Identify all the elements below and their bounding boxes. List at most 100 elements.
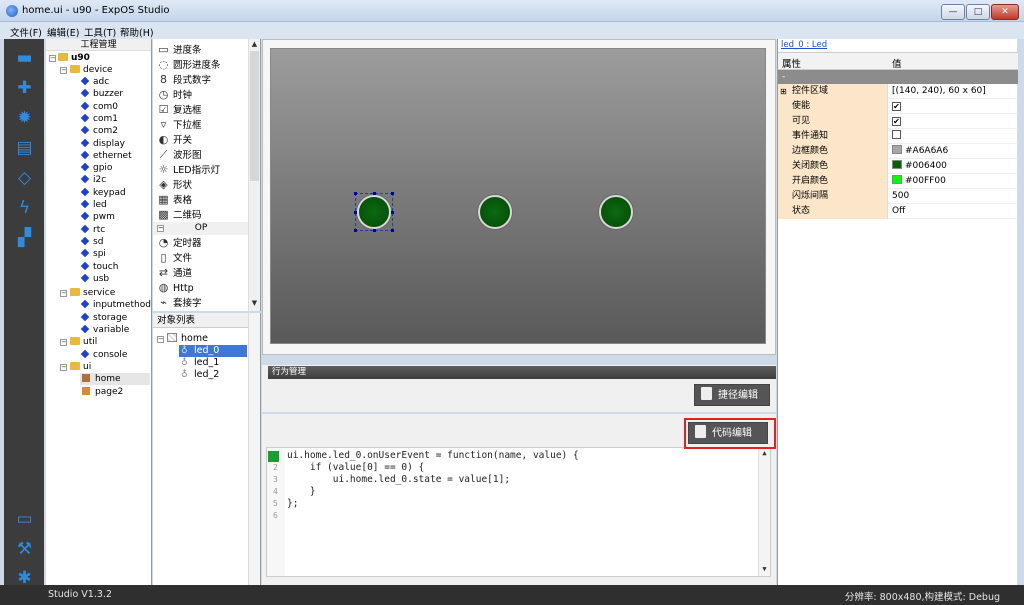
widget-item[interactable]: ▩ 二维码: [157, 207, 201, 222]
menu-file[interactable]: 文件(F): [10, 25, 42, 39]
menu-help[interactable]: 帮助(H): [120, 25, 154, 39]
tree-item-device[interactable]: adc: [80, 76, 109, 88]
widget-item[interactable]: ☼ LED指示灯: [157, 162, 221, 177]
property-checkbox[interactable]: ✔: [892, 117, 901, 126]
led-widget-1[interactable]: [478, 195, 512, 229]
property-row[interactable]: 闪烁间隔 500: [778, 189, 1018, 204]
property-row[interactable]: 边框颜色 #A6A6A6: [778, 144, 1018, 159]
monitor-icon[interactable]: ▭: [15, 510, 34, 529]
widget-item[interactable]: ◌ 圆形进度条: [157, 57, 221, 72]
color-swatch[interactable]: [892, 175, 902, 184]
tree-item-ui-home[interactable]: home: [80, 373, 150, 385]
tree-item-device[interactable]: com2: [80, 125, 118, 137]
scroll-up-arrow-icon[interactable]: ▲: [759, 448, 770, 459]
tree-item-device[interactable]: touch: [80, 261, 118, 273]
scroll-up-arrow-icon[interactable]: ▲: [249, 39, 260, 50]
property-row[interactable]: ⊞ 控件区域 [(140, 240), 60 x 60]: [778, 84, 1018, 99]
expand-icon[interactable]: ⊞: [780, 84, 787, 99]
property-value-cell[interactable]: 500: [890, 189, 1018, 204]
code-scrollbar[interactable]: ▲ ▼: [758, 448, 770, 576]
widget-item[interactable]: ▿ 下拉框: [157, 117, 202, 132]
resize-handle[interactable]: [354, 192, 357, 195]
tree-item-util[interactable]: console: [80, 349, 127, 361]
resize-handle[interactable]: [391, 211, 394, 214]
collapse-toggle[interactable]: −: [49, 55, 56, 62]
tree-item-ui-page2[interactable]: page2: [82, 386, 123, 398]
tree-folder-service[interactable]: service: [70, 287, 115, 299]
color-swatch[interactable]: [892, 145, 902, 154]
tree-item-service[interactable]: storage: [80, 312, 127, 324]
collapse-toggle[interactable]: −: [60, 67, 67, 74]
object-root-home[interactable]: home: [167, 333, 208, 345]
tree-item-device[interactable]: rtc: [80, 224, 105, 236]
menu-edit[interactable]: 编辑(E): [47, 25, 79, 39]
widget-item[interactable]: ⟋ 波形图: [157, 147, 202, 162]
widget-scrollbar[interactable]: ▲ ▼: [248, 39, 260, 311]
tree-folder-util[interactable]: util: [70, 336, 97, 348]
widget-item[interactable]: ◷ 时钟: [157, 87, 192, 102]
tree-item-device[interactable]: com0: [80, 101, 118, 113]
collapse-toggle[interactable]: −: [157, 336, 164, 343]
object-item-led-1[interactable]: ♁ led_1: [181, 357, 219, 369]
widget-item[interactable]: ⌁ 套接字: [157, 295, 201, 310]
resize-handle[interactable]: [391, 229, 394, 232]
tree-item-device[interactable]: buzzer: [80, 88, 123, 100]
resize-handle[interactable]: [354, 211, 357, 214]
widget-item[interactable]: ◍ Http: [157, 280, 194, 295]
property-checkbox[interactable]: ✔: [892, 102, 901, 111]
property-row[interactable]: 开启颜色 #00FF00: [778, 174, 1018, 189]
scroll-thumb[interactable]: [250, 51, 259, 181]
network-icon[interactable]: ▞: [15, 229, 34, 248]
resize-handle[interactable]: [373, 192, 376, 195]
collapse-toggle[interactable]: −: [60, 290, 67, 297]
color-swatch[interactable]: [892, 160, 902, 169]
tree-item-device[interactable]: display: [80, 138, 125, 150]
property-row[interactable]: 状态 Off: [778, 204, 1018, 219]
scroll-down-arrow-icon[interactable]: ▼: [759, 564, 770, 575]
property-value-cell[interactable]: #00FF00: [890, 174, 1018, 189]
property-value-cell[interactable]: ✔: [890, 99, 1018, 114]
led-widget-2[interactable]: [599, 195, 633, 229]
maximize-button[interactable]: □: [966, 4, 990, 20]
tree-item-device[interactable]: led: [80, 199, 107, 211]
object-item-led-2[interactable]: ♁ led_2: [181, 369, 219, 381]
object-item-led-0[interactable]: ♁ led_0: [179, 345, 247, 357]
scroll-down-arrow-icon[interactable]: ▼: [249, 298, 260, 309]
widget-item[interactable]: 8 段式数字: [157, 72, 211, 87]
tree-item-device[interactable]: gpio: [80, 162, 112, 174]
tree-item-device[interactable]: pwm: [80, 211, 115, 223]
widget-item[interactable]: ▭ 进度条: [157, 42, 201, 57]
tree-item-device[interactable]: usb: [80, 273, 109, 285]
tree-item-service[interactable]: inputmethod: [80, 299, 151, 311]
property-checkbox[interactable]: [892, 130, 901, 139]
tree-folder-ui[interactable]: ui: [70, 361, 91, 373]
widget-item[interactable]: ⇄ 通道: [157, 265, 192, 280]
tree-item-service[interactable]: variable: [80, 324, 129, 336]
property-value-cell[interactable]: [(140, 240), 60 x 60]: [890, 84, 1018, 99]
design-canvas[interactable]: [270, 48, 766, 344]
property-value-cell[interactable]: Off: [890, 204, 1018, 219]
code-editor[interactable]: 2 3 4 5 6 ui.home.led_0.onUserEvent = fu…: [266, 447, 771, 577]
document-icon[interactable]: ▤: [15, 139, 34, 158]
lightning-icon[interactable]: ϟ: [15, 199, 34, 218]
folder-open-icon[interactable]: ▬: [15, 49, 34, 68]
close-button[interactable]: ✕: [991, 4, 1019, 20]
widget-item[interactable]: ▦ 表格: [157, 192, 192, 207]
tree-root[interactable]: u90: [58, 52, 90, 64]
minimize-button[interactable]: —: [941, 4, 965, 20]
tree-item-device[interactable]: ethernet: [80, 150, 132, 162]
settings-gear-icon[interactable]: ✹: [15, 109, 34, 128]
add-icon[interactable]: ✚: [15, 79, 34, 98]
resize-handle[interactable]: [354, 229, 357, 232]
widget-item[interactable]: ◐ 开关: [157, 132, 192, 147]
tree-item-device[interactable]: com1: [80, 113, 118, 125]
property-row[interactable]: 事件通知: [778, 129, 1018, 144]
collapse-toggle[interactable]: −: [60, 364, 67, 371]
property-row[interactable]: 使能 ✔: [778, 99, 1018, 114]
tree-item-device[interactable]: keypad: [80, 187, 126, 199]
tree-item-device[interactable]: spi: [80, 248, 106, 260]
menu-tools[interactable]: 工具(T): [84, 25, 116, 39]
objects-scrollbar[interactable]: [248, 313, 260, 585]
resize-handle[interactable]: [391, 192, 394, 195]
widget-item[interactable]: ◈ 形状: [157, 177, 192, 192]
